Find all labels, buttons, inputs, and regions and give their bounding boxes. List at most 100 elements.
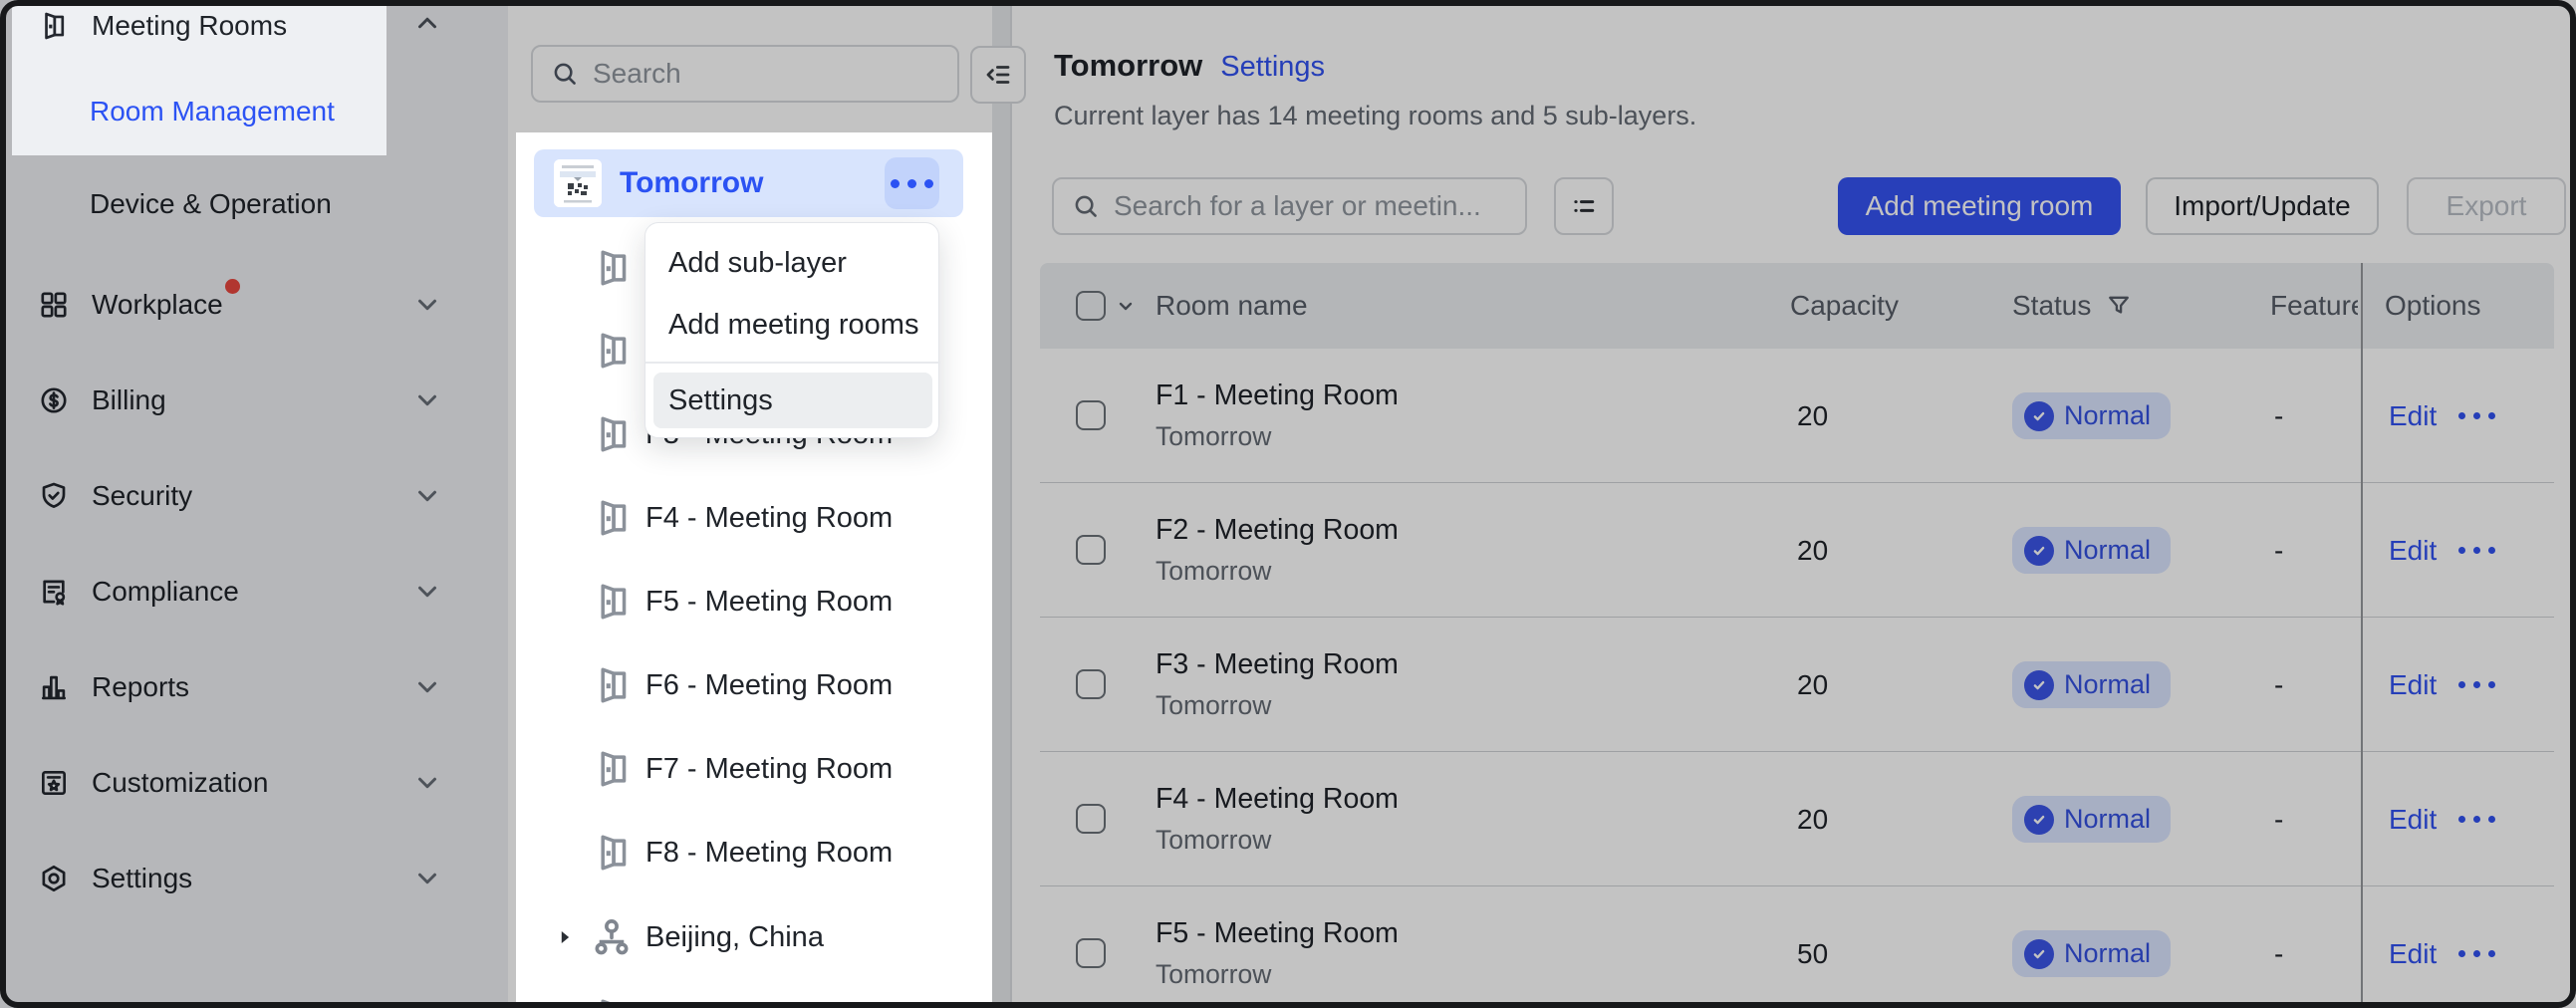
page-header: Tomorrow Settings Current layer has 14 m…: [1054, 48, 1696, 131]
room-layer: Tomorrow: [1156, 556, 1399, 587]
edit-link[interactable]: Edit: [2389, 349, 2437, 483]
check-circle-icon: [2024, 401, 2054, 431]
caret-right-icon[interactable]: [554, 926, 576, 948]
sidebar: Meeting Rooms Room Management Device & O…: [0, 0, 508, 1008]
row-more-actions[interactable]: [2458, 618, 2495, 752]
row-more-actions[interactable]: [2458, 349, 2495, 483]
tree-item-room[interactable]: F5 - Meeting Room: [508, 572, 1010, 631]
sidebar-item-reports[interactable]: Reports: [0, 659, 508, 715]
settings-link[interactable]: Settings: [1220, 51, 1325, 84]
table-row: F3 - Meeting Room Tomorrow 20 Normal - E…: [1040, 618, 2554, 752]
room-name: F1 - Meeting Room: [1156, 379, 1399, 412]
edit-link[interactable]: Edit: [2389, 752, 2437, 886]
status-badge: Normal: [2012, 392, 2171, 439]
sidebar-item-security[interactable]: Security: [0, 468, 508, 524]
select-dropdown-icon[interactable]: [1114, 263, 1138, 349]
row-more-actions[interactable]: [2458, 752, 2495, 886]
room-capacity: 20: [1797, 752, 1828, 886]
table-row: F4 - Meeting Room Tomorrow 20 Normal - E…: [1040, 752, 2554, 886]
chevron-down-icon[interactable]: [412, 672, 442, 702]
room-search-placeholder: Search for a layer or meetin...: [1114, 190, 1481, 222]
menu-item-add-meeting-rooms[interactable]: Add meeting rooms: [645, 293, 940, 357]
tree-item-partial[interactable]: [508, 992, 1010, 1008]
search-icon: [551, 60, 579, 88]
room-capacity: 50: [1797, 886, 1828, 1008]
rooms-table: Room name Capacity Status Feature Option…: [1040, 263, 2554, 1008]
org-tree-icon: [590, 915, 634, 959]
edit-link[interactable]: Edit: [2389, 483, 2437, 618]
export-button[interactable]: Export: [2407, 177, 2566, 235]
sidebar-item-customization[interactable]: Customization: [0, 755, 508, 811]
column-capacity: Capacity: [1790, 263, 1899, 349]
row-checkbox[interactable]: [1076, 938, 1106, 968]
column-feature: Feature: [2270, 263, 2358, 349]
page-subtitle: Current layer has 14 meeting rooms and 5…: [1054, 101, 1696, 131]
door-icon: [592, 581, 634, 623]
sidebar-item-compliance[interactable]: Compliance: [0, 564, 508, 620]
door-icon: [592, 330, 634, 372]
table-row: F2 - Meeting Room Tomorrow 20 Normal - E…: [1040, 483, 2554, 618]
room-name: F3 - Meeting Room: [1156, 648, 1399, 681]
sidebar-item-label: Meeting Rooms: [92, 10, 287, 42]
room-name: F5 - Meeting Room: [1156, 917, 1399, 950]
tree-item-room[interactable]: F8 - Meeting Room: [508, 823, 1010, 882]
chevron-down-icon[interactable]: [412, 290, 442, 320]
row-checkbox[interactable]: [1076, 804, 1106, 834]
room-layer: Tomorrow: [1156, 421, 1399, 452]
chevron-up-icon[interactable]: [412, 8, 442, 38]
sidebar-item-settings[interactable]: Settings: [0, 851, 508, 906]
row-more-actions[interactable]: [2458, 483, 2495, 618]
status-badge: Normal: [2012, 527, 2171, 574]
sidebar-item-room-management[interactable]: Room Management: [0, 84, 508, 139]
list-view-button[interactable]: [1554, 177, 1614, 235]
door-icon: [592, 664, 634, 706]
frame-star-icon: [38, 767, 70, 799]
door-icon: [592, 247, 634, 289]
room-feature: -: [2274, 483, 2283, 618]
door-icon: [592, 748, 634, 790]
room-layer: Tomorrow: [1156, 825, 1399, 856]
edit-link[interactable]: Edit: [2389, 618, 2437, 752]
chevron-down-icon[interactable]: [412, 577, 442, 607]
tree-item-location[interactable]: Beijing, China: [508, 907, 1010, 967]
room-name: F4 - Meeting Room: [1156, 783, 1399, 816]
tree-search[interactable]: Search: [531, 45, 959, 103]
check-circle-icon: [2024, 536, 2054, 566]
room-search[interactable]: Search for a layer or meetin...: [1052, 177, 1527, 235]
bar-chart-icon: [38, 671, 70, 703]
door-icon: [592, 497, 634, 539]
add-meeting-room-button[interactable]: Add meeting room: [1838, 177, 2121, 235]
tree-item-room[interactable]: F4 - Meeting Room: [508, 488, 1010, 548]
sidebar-item-meeting-rooms[interactable]: Meeting Rooms: [0, 0, 508, 54]
sidebar-item-device-operation[interactable]: Device & Operation: [0, 176, 508, 232]
chevron-down-icon[interactable]: [412, 385, 442, 415]
admin-console-screen: Meeting Rooms Room Management Device & O…: [0, 0, 2576, 1008]
menu-item-settings[interactable]: Settings: [653, 373, 932, 428]
room-feature: -: [2274, 349, 2283, 483]
edit-link[interactable]: Edit: [2389, 886, 2437, 1008]
room-layer: Tomorrow: [1156, 690, 1399, 721]
grid-icon: [38, 289, 70, 321]
sidebar-item-billing[interactable]: Billing: [0, 373, 508, 428]
import-update-button[interactable]: Import/Update: [2146, 177, 2379, 235]
more-actions-button[interactable]: [885, 157, 939, 209]
chevron-down-icon[interactable]: [412, 481, 442, 511]
row-checkbox[interactable]: [1076, 400, 1106, 430]
tree-item-room[interactable]: F7 - Meeting Room: [508, 739, 1010, 799]
check-circle-icon: [2024, 670, 2054, 700]
filter-icon[interactable]: [2105, 292, 2133, 320]
chevron-down-icon[interactable]: [412, 768, 442, 798]
tree-item-room[interactable]: F6 - Meeting Room: [508, 655, 1010, 715]
chevron-down-icon[interactable]: [412, 864, 442, 893]
check-circle-icon: [2024, 805, 2054, 835]
row-checkbox[interactable]: [1076, 535, 1106, 565]
tree-item-tomorrow[interactable]: Tomorrow: [534, 149, 963, 217]
room-feature: -: [2274, 618, 2283, 752]
row-checkbox[interactable]: [1076, 669, 1106, 699]
collapse-panel-button[interactable]: [970, 46, 1026, 104]
sidebar-item-workplace[interactable]: Workplace: [0, 277, 508, 333]
menu-item-add-sub-layer[interactable]: Add sub-layer: [645, 231, 940, 295]
row-more-actions[interactable]: [2458, 886, 2495, 1008]
column-room-name: Room name: [1156, 263, 1308, 349]
select-all-checkbox[interactable]: [1076, 291, 1106, 321]
